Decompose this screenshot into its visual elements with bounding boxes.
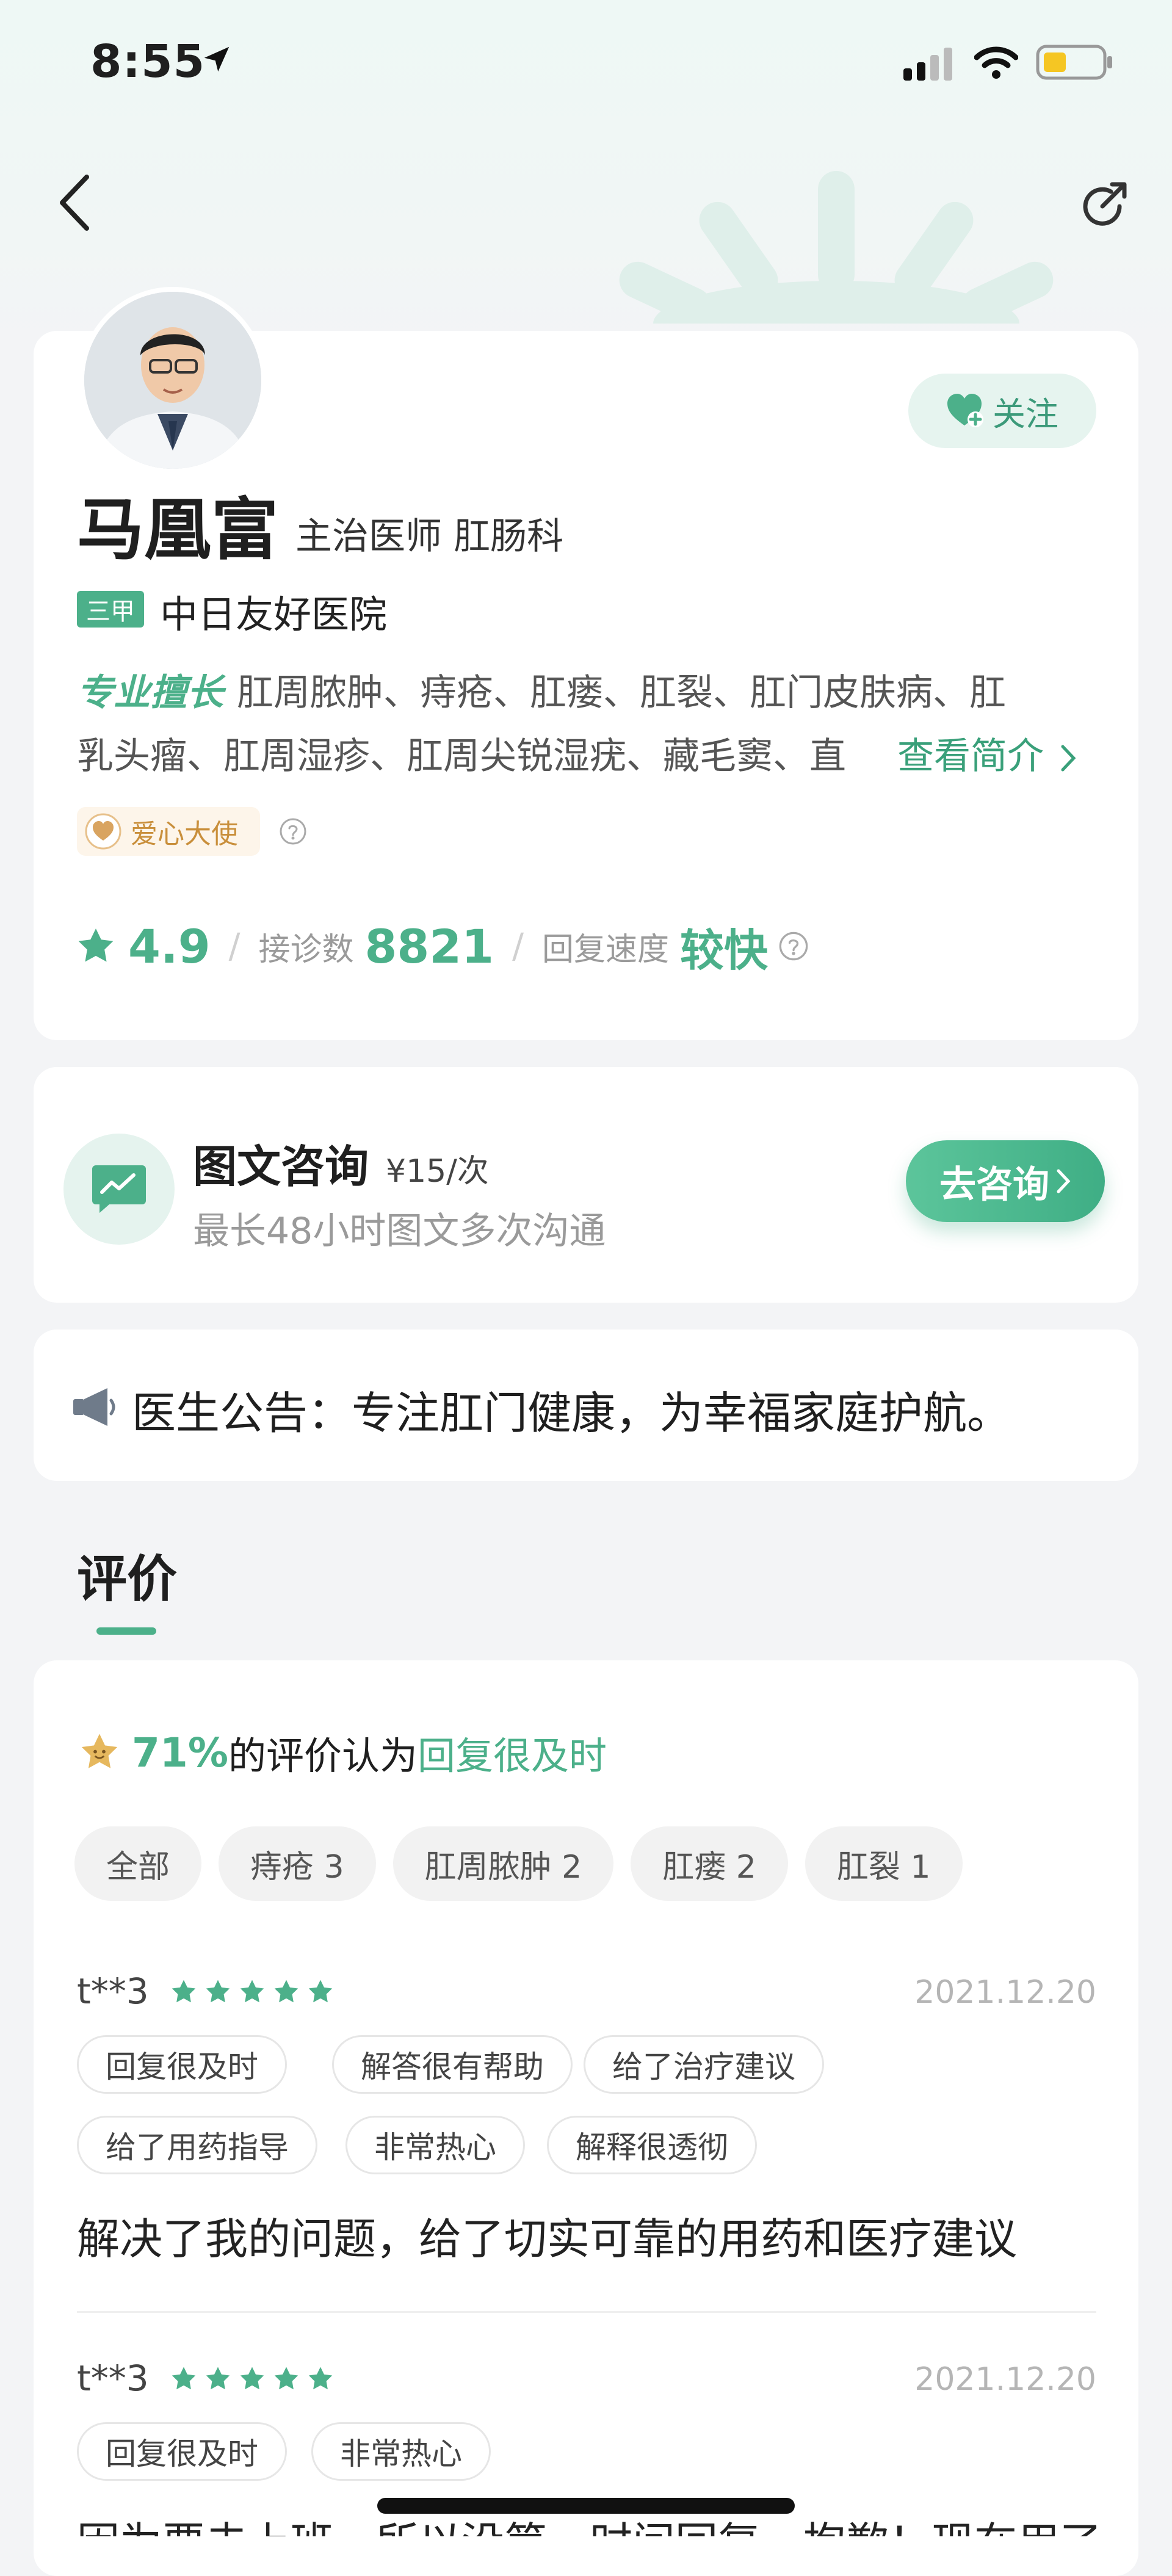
location-arrow-icon [204,46,230,72]
smiling-star-icon [81,1734,118,1768]
go-consult-button[interactable]: 去咨询 [906,1140,1105,1222]
review-divider [77,2311,1096,2313]
specialty-line-1: 专业擅长 肛周脓肿、痔疮、肛瘘、肛裂、肛门皮肤病、肛 [77,663,1102,716]
summary-percentage: 71% [132,1729,228,1776]
megaphone-icon [73,1388,115,1426]
reply-speed-label: 回复速度 [541,931,669,968]
home-indicator [377,2498,795,2514]
review-stars [170,2365,335,2393]
reviews-tab-title[interactable]: 评价 [77,1538,177,1611]
doctor-portrait-image [84,292,261,469]
star-icon [172,1980,196,2003]
review-date: 2021.12.20 [914,2361,1096,2398]
view-intro-label: 查看简介 [897,735,1044,778]
go-consult-label: 去咨询 [939,1163,1049,1206]
review-tag: 给了治疗建议 [584,2035,824,2094]
chat-chart-icon [92,1165,146,1213]
review-tag: 解答很有帮助 [332,2035,573,2094]
review-tag: 非常热心 [345,2116,525,2174]
specialty-line-2: 乳头瘤、肛周湿疹、肛周尖锐湿疣、藏毛窦、直 [77,726,931,780]
filter-chip-anal-fistula[interactable]: 肛瘘 2 [631,1826,788,1901]
love-ambassador-badge[interactable]: 爱心大使 [77,807,260,856]
review-tag: 回复很及时 [77,2035,287,2094]
doctor-avatar[interactable] [79,287,266,474]
heart-badge-icon [85,813,121,850]
star-icon [206,1980,230,2003]
filter-chip-perianal-abscess[interactable]: 肛周脓肿 2 [392,1826,614,1901]
star-icon [274,2367,298,2390]
star-icon [274,1980,298,2003]
heart-plus-icon [947,394,983,427]
battery-icon [1036,45,1112,80]
reviews-summary: 71% 的评价认为 回复很及时 [77,1725,607,1780]
review-tag: 非常热心 [311,2422,491,2481]
rating-star-icon [78,928,114,962]
review-tag: 解释很透彻 [547,2116,757,2174]
reply-speed-help-icon[interactable] [778,930,809,962]
review-tag: 给了用药指导 [77,2116,317,2174]
specialty-label: 专业擅长 [77,671,223,714]
filter-chip-hemorrhoids[interactable]: 痔疮 3 [219,1826,376,1901]
review-item: t**3 2021.12.20 回复很及时 解答很有帮助 给了治疗建议 给了用药… [77,1970,1096,2276]
doctor-stats-row: 4.9 / 接诊数 8821 / 回复速度 较快 [74,916,809,977]
summary-text: 的评价认为 [228,1734,418,1778]
star-icon [308,1980,333,2003]
review-username: t**3 [77,2357,149,2399]
stats-separator: / [512,926,524,966]
filter-chip-all[interactable]: 全部 [74,1826,202,1901]
star-icon [206,2367,230,2390]
star-icon [240,1980,264,2003]
badge-help-icon[interactable] [278,817,308,846]
doctor-name: 马凰富 [77,491,278,569]
specialty-text-2: 乳头瘤、肛周湿疹、肛周尖锐湿疣、藏毛窦、直 [77,735,846,778]
consult-icon-wrap [63,1134,175,1245]
hospital-name[interactable]: 中日友好医院 [160,584,387,639]
notice-text: 医生公告：专注肛门健康，为幸福家庭护航。 [132,1387,1011,1439]
review-username: t**3 [77,1970,149,2012]
view-intro-link[interactable]: 查看简介 [879,726,1078,780]
back-arrow-icon[interactable] [54,172,96,233]
review-tag: 回复很及时 [77,2422,287,2481]
review-filter-chips: 全部 痔疮 3 肛周脓肿 2 肛瘘 2 肛裂 1 [74,1826,963,1901]
tab-active-indicator [96,1627,156,1635]
visits-count: 8821 [364,919,494,974]
consult-description: 最长48小时图文多次沟通 [193,1210,606,1253]
stats-separator: / [228,926,241,966]
consult-price: ¥15/次 [386,1153,489,1190]
star-icon [240,2367,264,2390]
doctor-title-department: 主治医师 肛肠科 [295,515,564,558]
status-time: 8:55 [90,35,206,88]
follow-button[interactable]: 关注 [908,374,1096,448]
summary-highlight-tag: 回复很及时 [418,1734,607,1778]
filter-chip-anal-fissure[interactable]: 肛裂 1 [805,1826,963,1901]
cellular-signal-icon [903,48,952,81]
review-date: 2021.12.20 [914,1974,1096,2011]
love-ambassador-label: 爱心大使 [131,819,238,850]
consult-title: 图文咨询 [193,1141,369,1192]
review-text: 解决了我的问题，给了切实可靠的用药和医疗建议 [77,2214,1017,2264]
star-icon [172,2367,196,2390]
review-stars [170,1978,335,2006]
rating-value: 4.9 [128,919,211,974]
follow-label: 关注 [993,394,1058,433]
chevron-right-icon [1057,1169,1071,1193]
wifi-icon [974,46,1018,79]
star-icon [308,2367,333,2390]
specialty-text-1: 肛周脓肿、痔疮、肛瘘、肛裂、肛门皮肤病、肛 [237,671,1006,714]
hospital-tier-badge: 三甲 [77,591,144,628]
share-icon[interactable] [1074,178,1130,234]
sunburst-decoration [619,171,1054,324]
chevron-right-icon [1061,745,1076,772]
visits-label: 接诊数 [258,931,354,968]
reply-speed-value: 较快 [679,924,768,976]
